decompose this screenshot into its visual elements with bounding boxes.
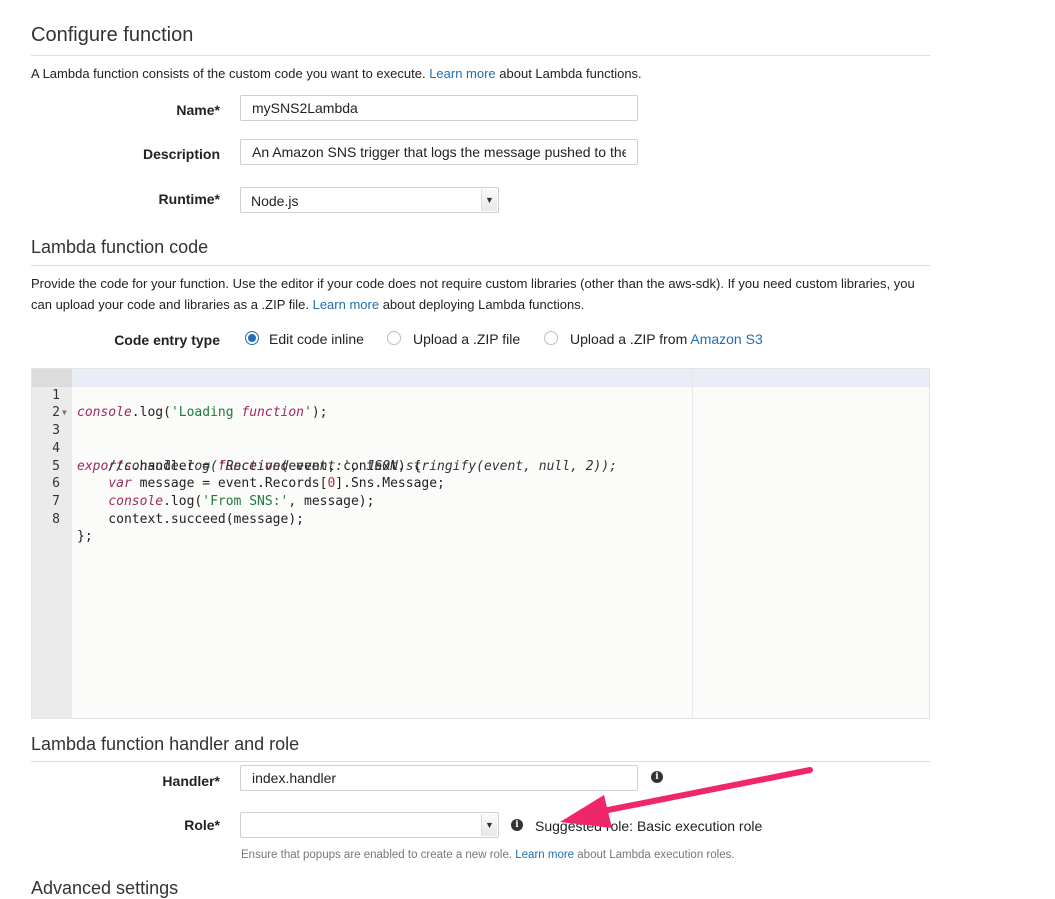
annotation-arrow-icon	[560, 767, 813, 828]
